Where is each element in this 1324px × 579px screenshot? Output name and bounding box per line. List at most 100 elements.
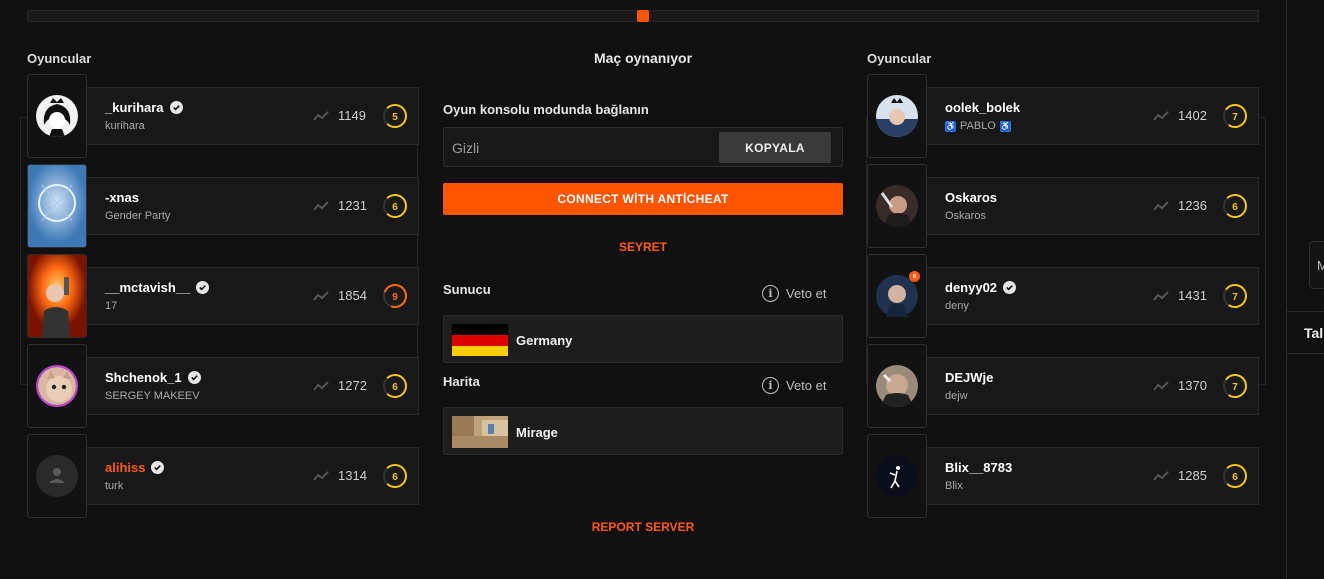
player-nickname: deny [945,300,969,312]
player-name[interactable]: DEJWje [945,370,993,385]
verified-icon [196,281,210,294]
level-badge-icon: 6 [383,374,407,398]
verified-icon [187,371,201,384]
level-badge-icon: 6 [383,464,407,488]
player-nickname: Blix [945,480,963,492]
player-nickname: Gender Party [105,210,171,222]
right-panel-divider [1286,0,1287,579]
verified-icon [1003,281,1017,294]
level-number: 6 [392,472,398,483]
map-veto-button[interactable]: i Veto et [762,377,826,394]
player-name[interactable]: -xnas [105,190,139,205]
server-value: Germany [516,333,573,348]
wheelchair-icon: ♿ [945,120,957,132]
avatar-frame [867,434,927,518]
player-nickname: kurihara [105,120,145,132]
level-number: 6 [1232,202,1238,213]
player-card[interactable]: ʀ denyy02 deny 1431 7 [867,254,1259,338]
player-card[interactable]: -xnas Gender Party 1231 6 [27,164,419,248]
default-avatar-icon [36,455,78,497]
server-choice: Germany [443,315,843,363]
player-nickname: dejw [945,390,968,402]
avatar-frame [867,74,927,158]
player-name[interactable]: __mctavish__ [105,280,210,295]
map-value: Mirage [516,425,558,440]
avatar [876,455,918,497]
player-name[interactable]: _kurihara [105,100,183,115]
avatar-frame [867,344,927,428]
player-name[interactable]: oolek_bolek [945,100,1020,115]
level-badge-icon: 9 [383,284,407,308]
player-name[interactable]: Shchenok_1 [105,370,201,385]
level-number: 6 [392,382,398,393]
timeline-marker[interactable] [637,10,649,22]
avatar [36,95,78,137]
trend-icon [1153,471,1169,481]
map-label: Harita [443,374,480,389]
level-number: 7 [1232,292,1238,303]
player-name[interactable]: Oskaros [945,190,997,205]
report-server-link[interactable]: REPORT SERVER [443,520,843,534]
avatar-frame [27,254,87,338]
player-name[interactable]: denyy02 [945,280,1017,295]
level-badge-icon: 5 [383,104,407,128]
right-panel-field[interactable]: M [1309,241,1324,289]
map-choice: Mirage [443,407,843,455]
level-badge-icon: 7 [1223,374,1247,398]
trend-icon [313,471,329,481]
connect-anticheat-button[interactable]: CONNECT WİTH ANTİCHEAT [443,183,843,215]
avatar [876,185,918,227]
avatar: ʀ [876,271,920,317]
player-card[interactable]: alihiss turk 1314 6 [27,434,419,518]
level-badge-icon: 7 [1223,104,1247,128]
watch-link[interactable]: SEYRET [443,240,843,254]
avatar [36,365,78,407]
player-elo: 1431 [1178,288,1207,303]
level-number: 6 [1232,472,1238,483]
player-name[interactable]: alihiss [105,460,165,475]
player-card[interactable]: Oskaros Oskaros 1236 6 [867,164,1259,248]
avatar [28,165,86,247]
veto-label: Veto et [786,286,827,301]
server-veto-button[interactable]: i Veto et [762,285,826,302]
trend-icon [1153,201,1169,211]
player-elo: 1236 [1178,198,1207,213]
connect-label: Oyun konsolu modunda bağlanın [443,102,649,117]
avatar-frame [27,434,87,518]
info-icon: i [762,285,779,302]
avatar-frame [27,74,87,158]
info-icon: i [762,377,779,394]
player-elo: 1854 [338,288,367,303]
avatar [876,365,918,407]
player-card[interactable]: __mctavish__ 17 1854 9 [27,254,419,338]
map-thumbnail-icon [452,416,508,448]
level-number: 7 [1232,112,1238,123]
player-card[interactable]: _kurihara kurihara 1149 5 [27,74,419,158]
player-name[interactable]: Blix__8783 [945,460,1012,475]
right-panel-divider-line [1287,353,1324,354]
console-connect-input[interactable] [452,138,712,158]
trend-icon [313,381,329,391]
avatar-frame: ʀ [867,254,927,338]
trend-icon [313,291,329,301]
level-badge-icon: 6 [1223,464,1247,488]
level-badge-icon: 7 [1223,284,1247,308]
player-nickname: ♿ PABLO ♿ [945,120,1012,132]
avatar-frame [27,164,87,248]
player-elo: 1149 [338,108,366,123]
level-number: 9 [392,292,398,303]
right-panel-tab[interactable]: Tal [1304,325,1323,341]
player-elo: 1285 [1178,468,1207,483]
player-card[interactable]: oolek_bolek ♿ PABLO ♿ 1402 7 [867,74,1259,158]
player-card[interactable]: DEJWje dejw 1370 7 [867,344,1259,428]
level-number: 5 [392,112,398,123]
copy-button[interactable]: KOPYALA [719,132,831,163]
player-card[interactable]: Shchenok_1 SERGEY MAKEEV 1272 6 [27,344,419,428]
trend-icon [1153,381,1169,391]
match-status: Maç oynanıyor [593,50,693,66]
player-card[interactable]: Blix__8783 Blix 1285 6 [867,434,1259,518]
level-badge-icon: 6 [383,194,407,218]
level-badge-icon: 6 [1223,194,1247,218]
player-elo: 1402 [1178,108,1207,123]
trend-icon [313,201,329,211]
